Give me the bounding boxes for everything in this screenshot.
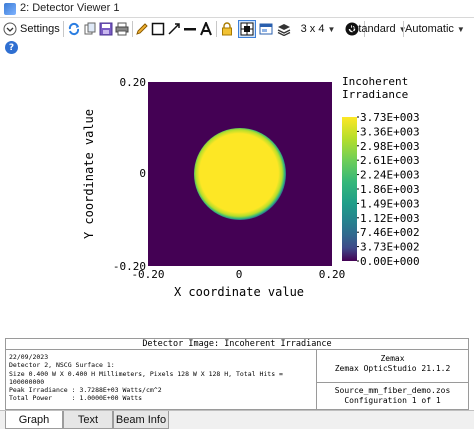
zoom-fit-button[interactable] <box>238 20 256 38</box>
tab-graph[interactable]: Graph <box>5 411 63 429</box>
info-panel: Detector Image: Incoherent Irradiance 22… <box>5 338 469 410</box>
irradiance-spot <box>194 128 286 220</box>
plot-area: 0.20 0 -0.20 -0.20 0 0.20 X coordinate v… <box>0 56 474 338</box>
info-detector: Detector 2, NSCG Surface 1: <box>9 361 115 370</box>
x-axis-label: X coordinate value <box>174 285 304 299</box>
info-file: Source_mm_fiber_demo.zos <box>334 386 451 395</box>
layers-button[interactable] <box>276 20 292 38</box>
colorbar <box>342 117 357 261</box>
settings-label: Settings <box>20 23 60 35</box>
x-tick-right: 0.20 <box>319 268 346 281</box>
line-icon <box>184 28 196 31</box>
scale-dropdown[interactable]: Automatic ▼ <box>405 20 473 38</box>
info-company: Zemax <box>380 354 405 363</box>
save-button[interactable] <box>98 20 114 38</box>
colorbar-tick-label: 1.12E+003 <box>360 212 420 225</box>
app-icon <box>4 3 16 15</box>
colorbar-tick-label: 1.49E+003 <box>360 197 420 210</box>
copy-icon <box>84 22 96 35</box>
x-tick-left: -0.20 <box>131 268 164 281</box>
detector-plot: 0.20 0 -0.20 -0.20 0 0.20 X coordinate v… <box>82 75 420 299</box>
colorbar-title-line1: Incoherent <box>342 75 408 88</box>
help-icon[interactable]: ? <box>5 41 18 54</box>
info-power: Total Power : 1.0000E+00 Watts <box>9 394 143 403</box>
text-tool-button[interactable] <box>198 20 214 38</box>
tab-text[interactable]: Text <box>63 411 113 429</box>
colorbar-tick-label: 3.73E+003 <box>360 111 420 124</box>
colorbar-tick-label: 2.24E+003 <box>360 169 420 182</box>
scale-label: Automatic <box>405 23 454 35</box>
pencil-button[interactable] <box>134 20 150 38</box>
x-tick-mid: 0 <box>236 268 243 281</box>
tab-beam-info[interactable]: Beam Info <box>113 411 169 429</box>
colorbar-title-line2: Irradiance <box>342 88 408 101</box>
rectangle-button[interactable] <box>150 20 166 38</box>
printer-icon <box>115 22 129 36</box>
layout-label: 3 x 4 <box>300 23 325 35</box>
info-date: 22/09/2023 <box>9 353 49 361</box>
info-file-box: Source_mm_fiber_demo.zos Configuration 1… <box>317 384 468 406</box>
window-icon <box>259 23 273 35</box>
y-tick-top: 0.20 <box>120 76 147 89</box>
colorbar-labels: 3.73E+0033.36E+003 2.98E+0032.61E+003 2.24… <box>357 111 420 268</box>
info-product: Zemax OpticStudio 21.1.2 <box>334 364 451 373</box>
refresh-button[interactable] <box>66 20 82 38</box>
save-icon <box>99 22 113 36</box>
lock-button[interactable] <box>219 20 235 38</box>
y-axis-label: Y coordinate value <box>82 109 96 239</box>
line-button[interactable] <box>182 20 198 38</box>
title-bar: 2: Detector Viewer 1 <box>0 0 474 18</box>
pencil-icon <box>136 23 148 35</box>
info-meta: Zemax Zemax OpticStudio 21.1.2 Source_mm… <box>316 350 468 410</box>
arrow-icon <box>168 23 180 35</box>
layers-icon <box>277 24 291 36</box>
chevron-down-icon: ▼ <box>327 24 336 34</box>
copy-button[interactable] <box>82 20 98 38</box>
toolbar: Settings 3 x 4 ▼ Standard Automatic ▼ <box>0 18 474 40</box>
colorbar-tick-label: 2.98E+003 <box>360 140 420 153</box>
info-product-box: Zemax Zemax OpticStudio 21.1.2 <box>317 350 468 383</box>
window-button[interactable] <box>258 20 274 38</box>
colorbar-tick-label: 0.00E+000 <box>360 255 420 268</box>
rectangle-icon <box>151 22 165 36</box>
window-title: 2: Detector Viewer 1 <box>20 2 120 14</box>
help-row: ? <box>0 40 474 56</box>
print-button[interactable] <box>114 20 130 38</box>
colorbar-tick-label: 7.46E+002 <box>360 226 420 239</box>
colorbar-tick-label: 3.73E+002 <box>360 241 420 254</box>
lock-icon <box>222 22 232 36</box>
layout-dropdown[interactable]: 3 x 4 ▼ <box>294 20 342 38</box>
zoom-fit-icon <box>240 22 254 36</box>
info-title: Detector Image: Incoherent Irradiance <box>6 339 468 350</box>
style-dropdown[interactable]: Standard ▼ <box>351 20 409 38</box>
info-details: 22/09/2023 Detector 2, NSCG Surface 1: S… <box>9 353 314 403</box>
chevron-down-icon: ▼ <box>456 24 465 34</box>
colorbar-tick-label: 1.86E+003 <box>360 183 420 196</box>
colorbar-tick-label: 3.36E+003 <box>360 125 420 138</box>
refresh-icon <box>68 22 80 36</box>
arrow-button[interactable] <box>166 20 182 38</box>
info-peak: Peak Irradiance : 3.7288E+03 Watts/cm^2 <box>9 386 162 395</box>
info-config: Configuration 1 of 1 <box>344 396 441 405</box>
style-label: Standard <box>351 23 396 35</box>
settings-button[interactable]: Settings <box>3 20 63 38</box>
info-size: Size 0.400 W X 0.400 H Millimeters, Pixe… <box>9 369 283 386</box>
text-a-icon <box>200 22 212 36</box>
colorbar-tick-label: 2.61E+003 <box>360 154 420 167</box>
tab-bar: Graph Text Beam Info <box>0 410 474 429</box>
y-tick-mid: 0 <box>139 167 146 180</box>
chevron-circle-icon <box>3 22 17 36</box>
